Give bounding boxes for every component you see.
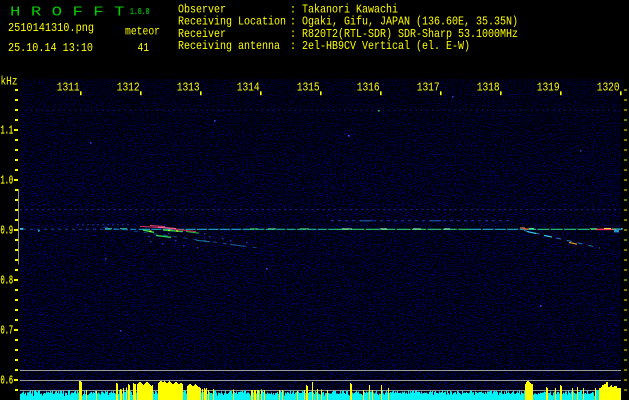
svg-text:0.6: 0.6 (1, 374, 14, 388)
svg-text:41: 41 (138, 41, 150, 55)
svg-text:Receiving antenna: Receiving antenna (178, 39, 280, 53)
svg-text:1316: 1316 (357, 80, 380, 94)
svg-text:H R O F F T: H R O F F T (10, 5, 125, 21)
svg-text:: 2el-HB9CV Vertical (el. E-W): : 2el-HB9CV Vertical (el. E-W) (290, 39, 470, 53)
svg-text:1320: 1320 (597, 80, 620, 94)
svg-text:1312: 1312 (117, 80, 140, 94)
svg-text:2510141310.png: 2510141310.png (8, 21, 94, 35)
svg-text:kHz: kHz (1, 75, 18, 89)
svg-text:0.9: 0.9 (1, 224, 14, 238)
svg-text:1313: 1313 (177, 80, 200, 94)
svg-text:0.7: 0.7 (1, 324, 14, 338)
svg-text:0.8: 0.8 (1, 274, 14, 288)
svg-text:1.1: 1.1 (1, 124, 14, 138)
svg-text:1317: 1317 (417, 80, 440, 94)
svg-text:25.10.14 13:10: 25.10.14 13:10 (8, 41, 93, 55)
svg-text:1.0.0: 1.0.0 (130, 7, 150, 17)
svg-text:1315: 1315 (297, 80, 320, 94)
svg-text:1314: 1314 (237, 80, 260, 94)
svg-text:meteor: meteor (125, 24, 160, 38)
svg-text:1.0: 1.0 (1, 174, 14, 188)
svg-text:1318: 1318 (477, 80, 500, 94)
svg-text:1319: 1319 (537, 80, 560, 94)
svg-text:1311: 1311 (57, 80, 80, 94)
